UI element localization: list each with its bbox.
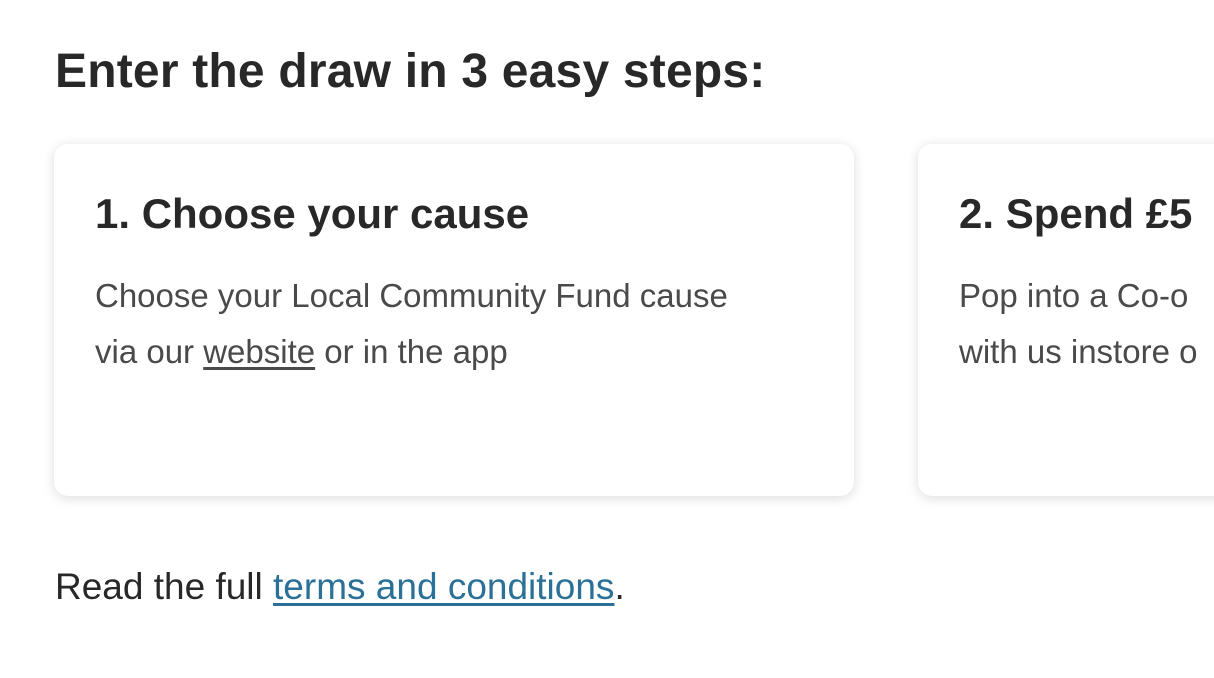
terms-and-conditions-link[interactable]: terms and conditions (273, 566, 614, 607)
step-card-title: 1. Choose your cause (95, 190, 530, 237)
step-card-text: Pop into a Co-o with us instore o (959, 268, 1214, 380)
terms-prefix: Read the full (55, 566, 274, 607)
terms-notice: Read the full terms and conditions. (55, 566, 625, 608)
steps-carousel[interactable]: 1. Choose your cause Choose your Local C… (0, 124, 1214, 524)
page: Enter the draw in 3 easy steps: 1. Choos… (0, 0, 1214, 678)
step-card-text-line2-after: or in the app (315, 333, 508, 370)
step-card-title: 2. Spend £5 (959, 190, 1193, 237)
step-card-text-line1: Choose your Local Community Fund cause (95, 277, 728, 314)
step-card-text-line2: with us instore o (959, 333, 1198, 370)
page-heading: Enter the draw in 3 easy steps: (55, 45, 766, 98)
step-card-spend: 2. Spend £5 Pop into a Co-o with us inst… (918, 144, 1214, 496)
step-card-text-line2-before: via our (95, 333, 204, 370)
step-card-choose-cause: 1. Choose your cause Choose your Local C… (54, 144, 854, 496)
step-card-text: Choose your Local Community Fund cause v… (95, 268, 815, 380)
step-card-text-line1: Pop into a Co-o (959, 277, 1189, 314)
website-link[interactable]: website (203, 333, 315, 370)
terms-suffix: . (614, 566, 625, 607)
